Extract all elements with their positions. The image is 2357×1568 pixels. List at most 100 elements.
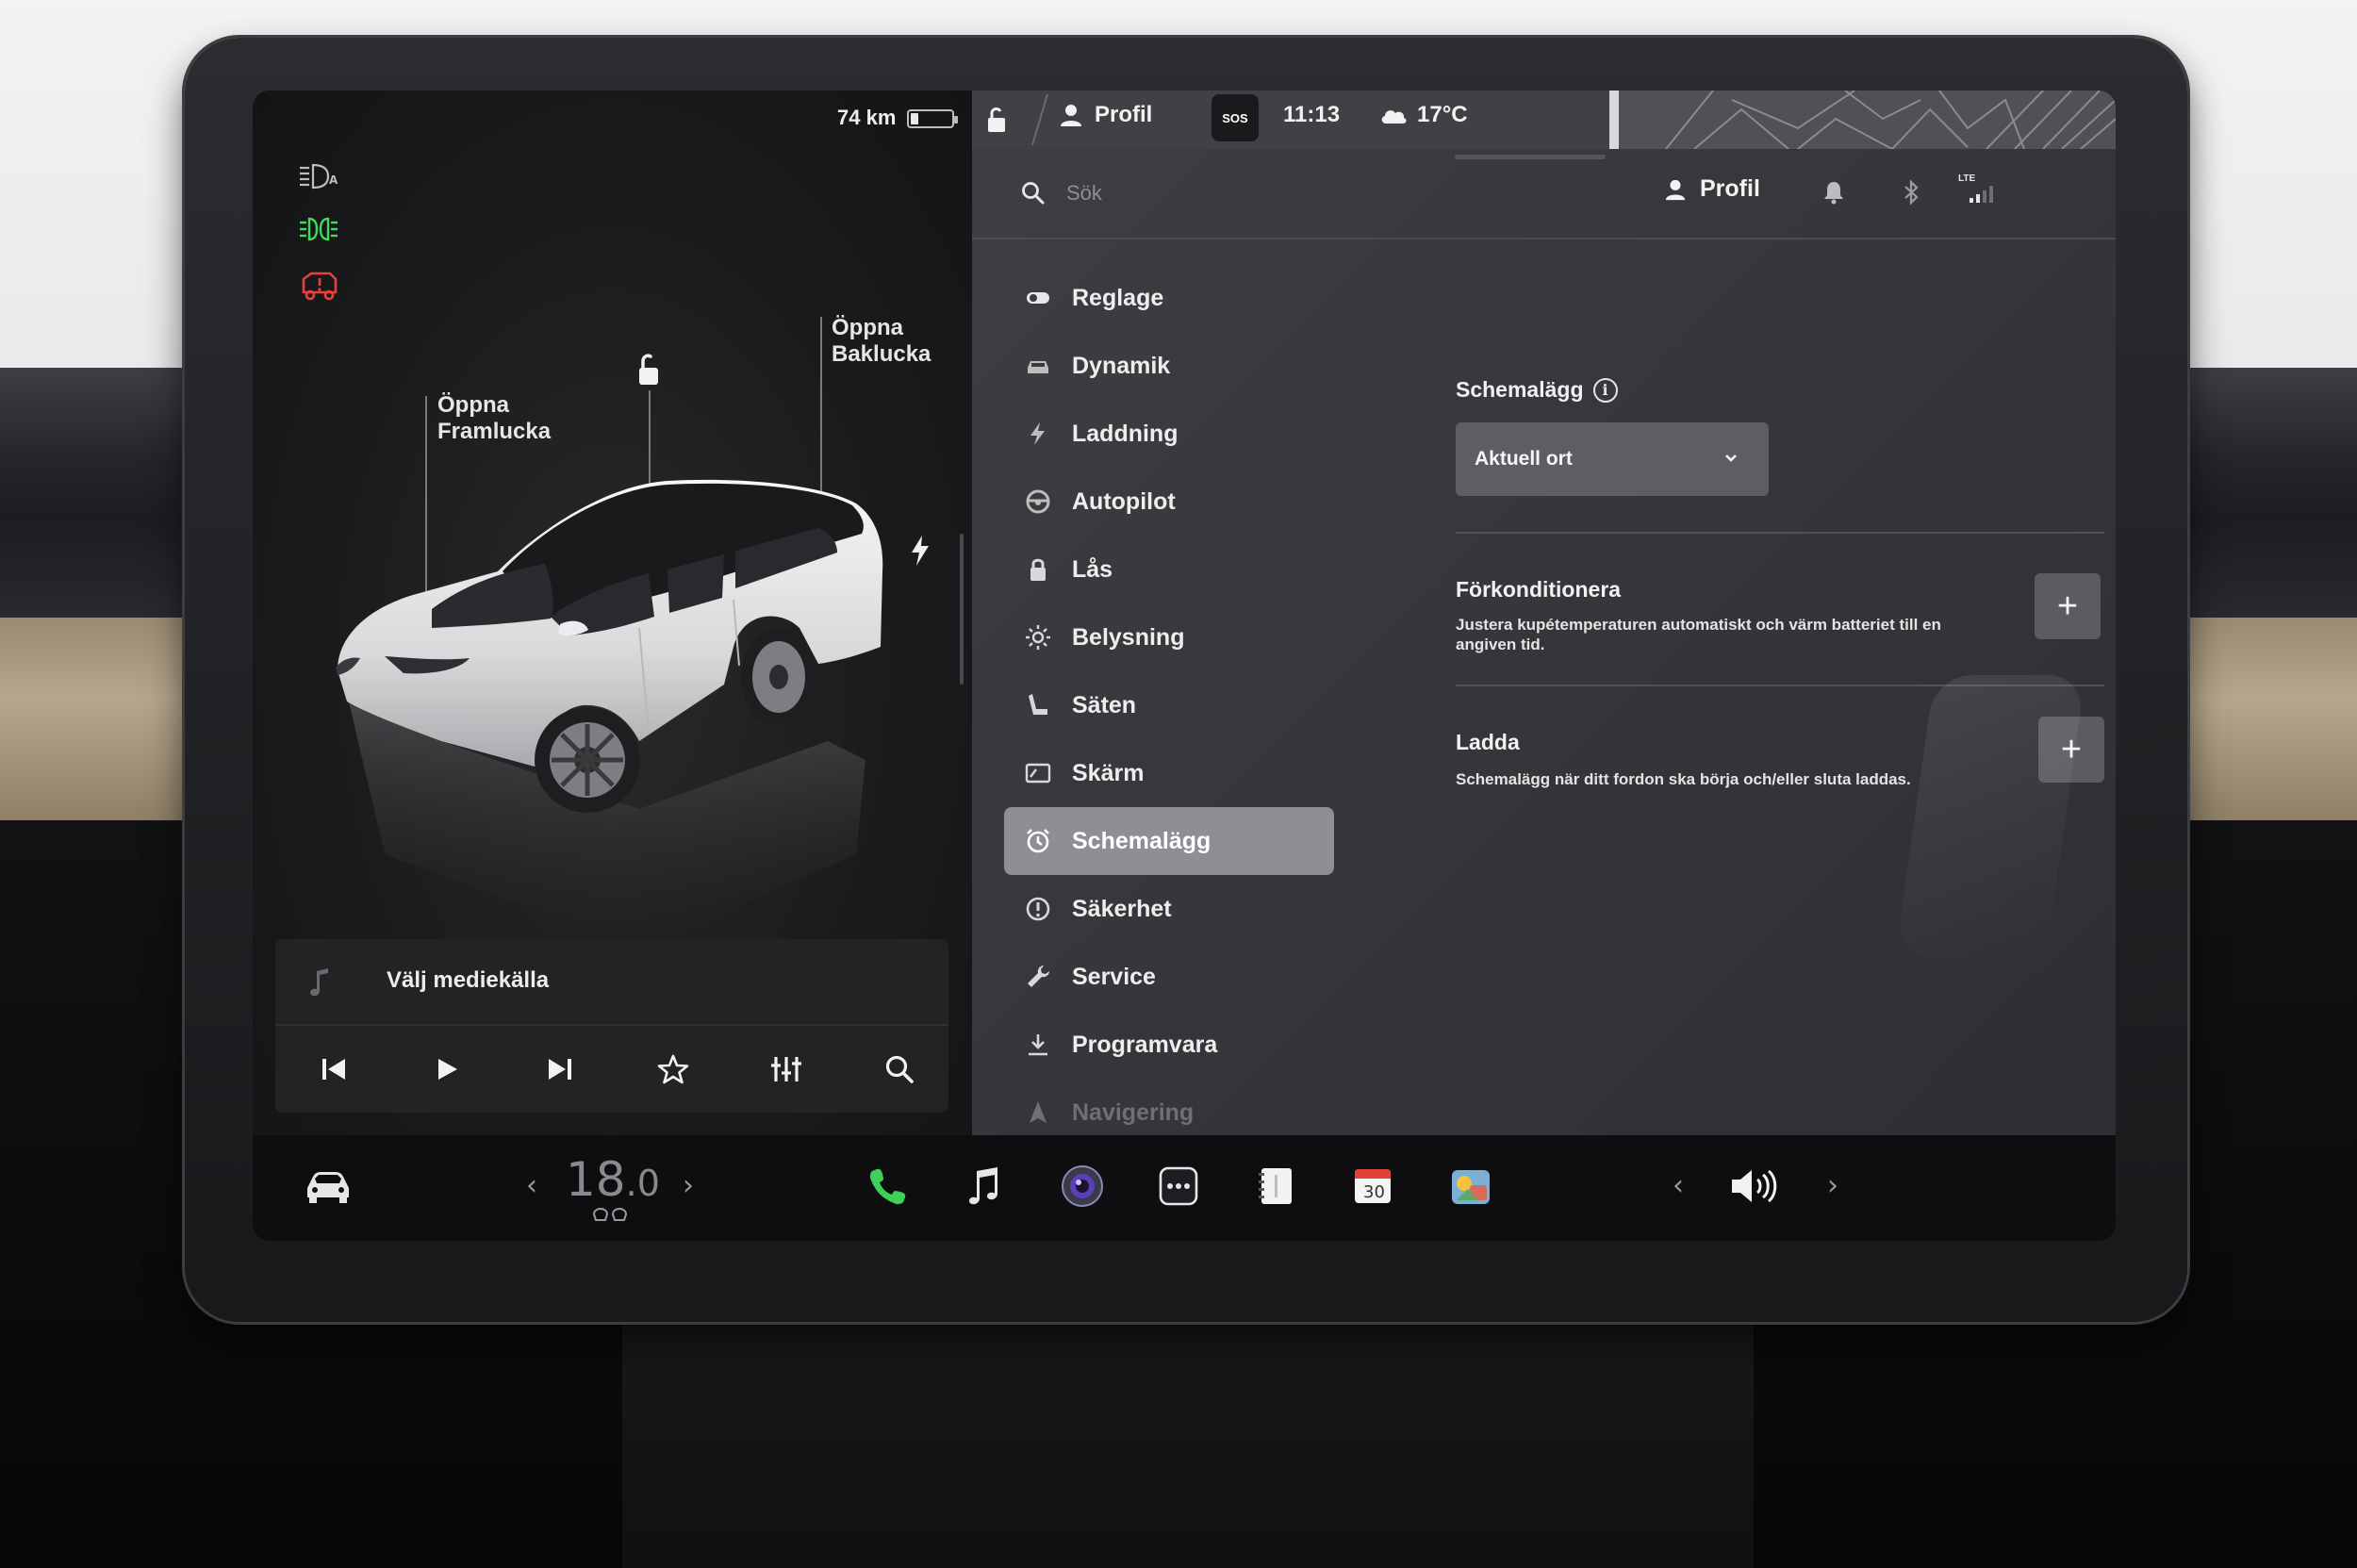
camera-icon: [1062, 1165, 1103, 1207]
notepad-icon: [1259, 1168, 1292, 1204]
menu-item-belysning[interactable]: Belysning: [1004, 603, 1334, 671]
settings-menu: Reglage Dynamik Laddning Autopilot Lås B…: [1004, 264, 1334, 1147]
notes-button[interactable]: [1250, 1160, 1303, 1213]
info-icon[interactable]: i: [1592, 377, 1618, 403]
navigation-icon: [1030, 1101, 1047, 1123]
location-dropdown[interactable]: Aktuell ort: [1456, 422, 1769, 496]
user-icon: [1665, 179, 1686, 200]
unlocked-padlock-icon[interactable]: [985, 106, 1010, 134]
car-model-image: [336, 479, 883, 949]
play-button[interactable]: [426, 1048, 468, 1090]
music-note-icon: [969, 1167, 997, 1205]
bottom-dock: ‹ 18.0 › 30 ‹ ›: [253, 1135, 2116, 1241]
settings-pane: Profil SOS 11:13 17°C Sök Profil LTE Reg…: [972, 91, 2116, 1135]
speaker-icon: [1732, 1169, 1777, 1203]
status-bar: Profil SOS 11:13 17°C: [972, 91, 2116, 149]
cabin-temperature[interactable]: 18.0: [566, 1152, 660, 1207]
range-text: 74 km: [837, 106, 897, 129]
divider: [1456, 532, 2104, 534]
sun-icon: [1026, 625, 1050, 650]
menu-item-autopilot[interactable]: Autopilot: [1004, 468, 1334, 536]
next-track-button[interactable]: [539, 1048, 581, 1090]
bluetooth-icon[interactable]: [1898, 179, 1924, 206]
battery-icon: [907, 109, 958, 128]
parking-lights-icon: [300, 217, 338, 241]
favorite-button[interactable]: [652, 1048, 694, 1090]
temp-up-button[interactable]: ›: [683, 1169, 694, 1202]
calendar-day: 30: [1363, 1182, 1385, 1202]
center-console: [622, 1320, 1754, 1568]
trunk-open-label[interactable]: Öppna Baklucka: [832, 315, 931, 368]
menu-item-programvara[interactable]: Programvara: [1004, 1011, 1334, 1079]
temp-down-button[interactable]: ‹: [526, 1169, 537, 1202]
previous-track-button[interactable]: [313, 1048, 354, 1090]
car-icon: [1028, 361, 1048, 373]
skip-back-icon: [322, 1059, 345, 1080]
settings-search-input[interactable]: [1066, 177, 1538, 209]
sos-button[interactable]: SOS: [1211, 94, 1259, 141]
media-search-button[interactable]: [879, 1048, 920, 1090]
cellular-signal-icon: LTE: [1958, 173, 2005, 206]
media-source-label: Välj mediekälla: [387, 967, 550, 993]
music-button[interactable]: [958, 1160, 1011, 1213]
car-warning-icon: [302, 272, 338, 301]
unlock-icon[interactable]: [630, 351, 668, 388]
volume-down-button[interactable]: ‹: [1673, 1169, 1684, 1202]
toggle-icon: [1027, 292, 1049, 304]
play-icon: [438, 1059, 457, 1080]
search-icon: [885, 1055, 914, 1083]
battery-level: [911, 113, 918, 124]
equalizer-button[interactable]: [766, 1048, 807, 1090]
camera-button[interactable]: [1056, 1160, 1109, 1213]
volume-up-button[interactable]: ›: [1827, 1169, 1838, 1202]
menu-item-dynamik[interactable]: Dynamik: [1004, 332, 1334, 400]
charging-bolt-icon[interactable]: [909, 534, 931, 568]
car-button[interactable]: [302, 1160, 354, 1213]
media-source-row[interactable]: Välj mediekälla: [275, 939, 948, 1026]
menu-item-sakerhet[interactable]: Säkerhet: [1004, 875, 1334, 943]
calendar-button[interactable]: 30: [1346, 1160, 1399, 1213]
arcade-button[interactable]: [1444, 1160, 1497, 1213]
volume-button[interactable]: [1727, 1160, 1780, 1213]
menu-item-schemalagg[interactable]: Schemalägg: [1004, 807, 1334, 875]
bell-icon[interactable]: [1821, 179, 1847, 206]
seat-icon: [1029, 694, 1047, 715]
status-profile[interactable]: Profil: [1059, 102, 1152, 128]
dashboard-wood-trim-right: [2159, 618, 2357, 820]
menu-item-reglage[interactable]: Reglage: [1004, 264, 1334, 332]
outside-temperature: 17°C: [1379, 102, 1468, 128]
settings-header: Profil LTE: [972, 149, 2116, 239]
map-preview[interactable]: [1609, 91, 2116, 149]
alert-circle-icon: [1026, 897, 1050, 921]
wrench-icon: [1028, 966, 1049, 987]
menu-item-laddning[interactable]: Laddning: [1004, 400, 1334, 468]
music-note-icon: [310, 968, 328, 997]
profile-button[interactable]: Profil: [1664, 175, 1760, 203]
star-icon: [657, 1054, 689, 1084]
steering-wheel-icon: [1026, 489, 1050, 514]
cloud-icon: [1381, 110, 1407, 124]
menu-item-saten[interactable]: Säten: [1004, 671, 1334, 739]
search-icon: [1022, 182, 1045, 205]
menu-item-las[interactable]: Lås: [1004, 536, 1334, 603]
frunk-open-label[interactable]: Öppna Framlucka: [437, 392, 551, 445]
charging-title: Ladda: [1456, 730, 1520, 754]
user-icon: [1061, 105, 1081, 126]
phone-icon: [869, 1168, 906, 1205]
toybox-icon: [1452, 1170, 1490, 1204]
more-apps-button[interactable]: [1152, 1160, 1205, 1213]
seat-heater-icon[interactable]: [590, 1203, 632, 1224]
pane-scrollbar[interactable]: [960, 534, 964, 685]
phone-button[interactable]: [862, 1160, 915, 1213]
menu-item-service[interactable]: Service: [1004, 943, 1334, 1011]
status-separator: [1031, 93, 1048, 146]
add-preconditioning-button[interactable]: +: [2035, 573, 2101, 639]
menu-item-skarm[interactable]: Skärm: [1004, 739, 1334, 807]
alarm-clock-icon: [1027, 829, 1049, 853]
bolt-icon: [1030, 422, 1045, 445]
screen-glare: [1894, 675, 2086, 958]
equalizer-icon: [771, 1057, 801, 1081]
display-icon: [1025, 763, 1051, 784]
download-icon: [1029, 1034, 1047, 1056]
auto-headlights-icon: A: [300, 163, 338, 190]
